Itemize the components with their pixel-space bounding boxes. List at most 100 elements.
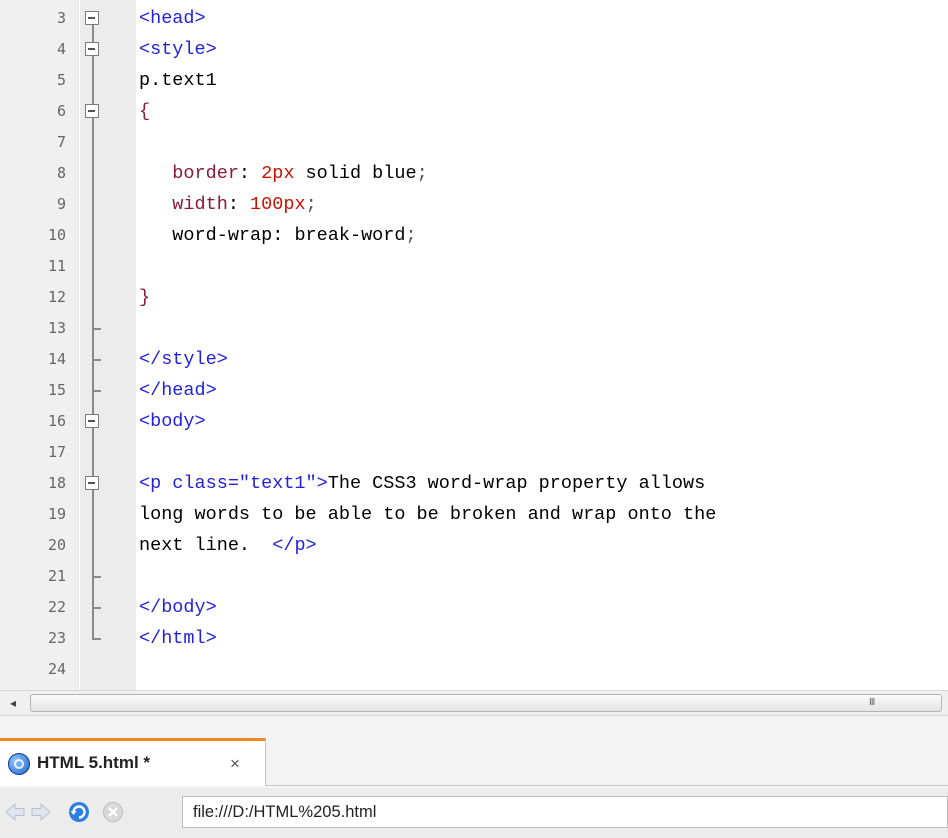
fold-guide xyxy=(80,344,106,375)
scroll-left-arrow-icon[interactable]: ◂ xyxy=(0,691,26,715)
code-token: 100px xyxy=(250,194,306,215)
fold-guide xyxy=(80,561,106,592)
line-number: 7 xyxy=(56,133,66,151)
code-token: <body> xyxy=(139,411,206,432)
code-line: 24 xyxy=(0,654,948,685)
line-number: 16 xyxy=(47,412,66,430)
code-line: 17 xyxy=(0,437,948,468)
tab-label: HTML 5.html * xyxy=(37,753,151,772)
code-token: </p> xyxy=(272,535,317,556)
code-text: </style> xyxy=(139,344,228,375)
tab-html5[interactable]: HTML 5.html * × xyxy=(0,738,266,786)
code-text: long words to be able to be broken and w… xyxy=(139,499,716,530)
code-line: 14 </style> xyxy=(0,344,948,375)
fold-guide xyxy=(80,282,106,313)
fold-guide xyxy=(80,65,106,96)
scrollbar-thumb[interactable]: III xyxy=(30,694,942,712)
code-text: next line. </p> xyxy=(139,530,317,561)
horizontal-scrollbar[interactable]: ◂ III xyxy=(0,690,948,716)
line-number: 24 xyxy=(47,660,66,678)
fold-guide xyxy=(80,313,106,344)
code-line: 20 next line. </p> xyxy=(0,530,948,561)
code-text: <body> xyxy=(139,406,206,437)
fold-guide xyxy=(80,220,106,251)
code-token: </body> xyxy=(139,597,217,618)
code-line: 5 p.text1 xyxy=(0,65,948,96)
code-text: <p class="text1">The CSS3 word-wrap prop… xyxy=(139,468,705,499)
browser-globe-icon xyxy=(8,753,30,775)
code-token: : xyxy=(238,163,262,184)
code-token: <style> xyxy=(139,39,217,60)
code-line: 4 <style> xyxy=(0,34,948,65)
fold-guide xyxy=(80,499,106,530)
code-token: : xyxy=(227,194,251,215)
stop-icon[interactable] xyxy=(100,800,126,824)
code-token: width xyxy=(139,194,228,215)
line-number: 12 xyxy=(47,288,66,306)
line-number: 11 xyxy=(47,257,66,275)
code-token: ; xyxy=(405,225,417,246)
line-number: 21 xyxy=(47,567,66,585)
fold-toggle-icon[interactable] xyxy=(80,468,106,499)
line-number: 23 xyxy=(47,629,66,647)
code-line: 11 xyxy=(0,251,948,282)
code-text: </body> xyxy=(139,592,217,623)
code-text: <style> xyxy=(139,34,217,65)
line-number: 4 xyxy=(56,40,66,58)
refresh-icon[interactable] xyxy=(66,800,92,824)
scrollbar-grip: III xyxy=(869,697,875,708)
code-token: : xyxy=(272,225,295,246)
code-text: { xyxy=(139,96,150,127)
fold-toggle-icon[interactable] xyxy=(80,3,106,34)
code-token: The CSS3 word-wrap property allows xyxy=(327,473,706,494)
code-token: 2px xyxy=(261,163,295,184)
fold-toggle-icon[interactable] xyxy=(80,34,106,65)
fold-guide xyxy=(80,158,106,189)
tab-close-icon[interactable]: × xyxy=(230,754,240,774)
code-token: next line. xyxy=(139,535,273,556)
fold-guide xyxy=(80,592,106,623)
code-token: <p class="text1"> xyxy=(139,473,328,494)
fold-guide xyxy=(80,623,106,654)
code-token: } xyxy=(139,287,151,308)
document-tab-bar: HTML 5.html * × xyxy=(0,716,948,788)
fold-guide xyxy=(80,530,106,561)
fold-guide xyxy=(80,127,106,158)
code-token: solid blue xyxy=(294,163,417,184)
line-number: 15 xyxy=(47,381,66,399)
back-arrow-icon[interactable] xyxy=(4,800,26,824)
code-token: <head> xyxy=(139,8,206,29)
code-line: 12} xyxy=(0,282,948,313)
forward-arrow-icon[interactable] xyxy=(30,800,52,824)
code-line: 15 </head> xyxy=(0,375,948,406)
fold-guide xyxy=(80,251,106,282)
code-token: p.text1 xyxy=(139,70,217,91)
code-line: 22 </body> xyxy=(0,592,948,623)
url-field[interactable]: file:///D:/HTML%205.html xyxy=(182,796,948,828)
code-editor[interactable]: 3 <head> 4 <style> 5 p.text1 6{7 8 border: 2px … xyxy=(0,0,948,690)
code-line: 23 </html> xyxy=(0,623,948,654)
fold-toggle-icon[interactable] xyxy=(80,406,106,437)
code-token: break-word xyxy=(294,225,406,246)
line-number: 14 xyxy=(47,350,66,368)
code-text: <head> xyxy=(139,3,206,34)
code-line: 6{ xyxy=(0,96,948,127)
line-number: 17 xyxy=(47,443,66,461)
fold-toggle-icon[interactable] xyxy=(80,96,106,127)
line-number: 9 xyxy=(56,195,66,213)
code-line: 9 width: 100px; xyxy=(0,189,948,220)
code-text: p.text1 xyxy=(139,65,217,96)
code-line: 16 <body> xyxy=(0,406,948,437)
fold-guide xyxy=(80,375,106,406)
line-number: 20 xyxy=(47,536,66,554)
code-token: </style> xyxy=(139,349,228,370)
code-text: width: 100px; xyxy=(139,189,316,220)
code-token: </html> xyxy=(139,628,217,649)
line-number: 6 xyxy=(56,102,66,120)
code-line: 3 <head> xyxy=(0,3,948,34)
line-number: 8 xyxy=(56,164,66,182)
code-token: </head> xyxy=(139,380,217,401)
line-number: 19 xyxy=(47,505,66,523)
line-number: 10 xyxy=(47,226,66,244)
fold-guide xyxy=(80,437,106,468)
